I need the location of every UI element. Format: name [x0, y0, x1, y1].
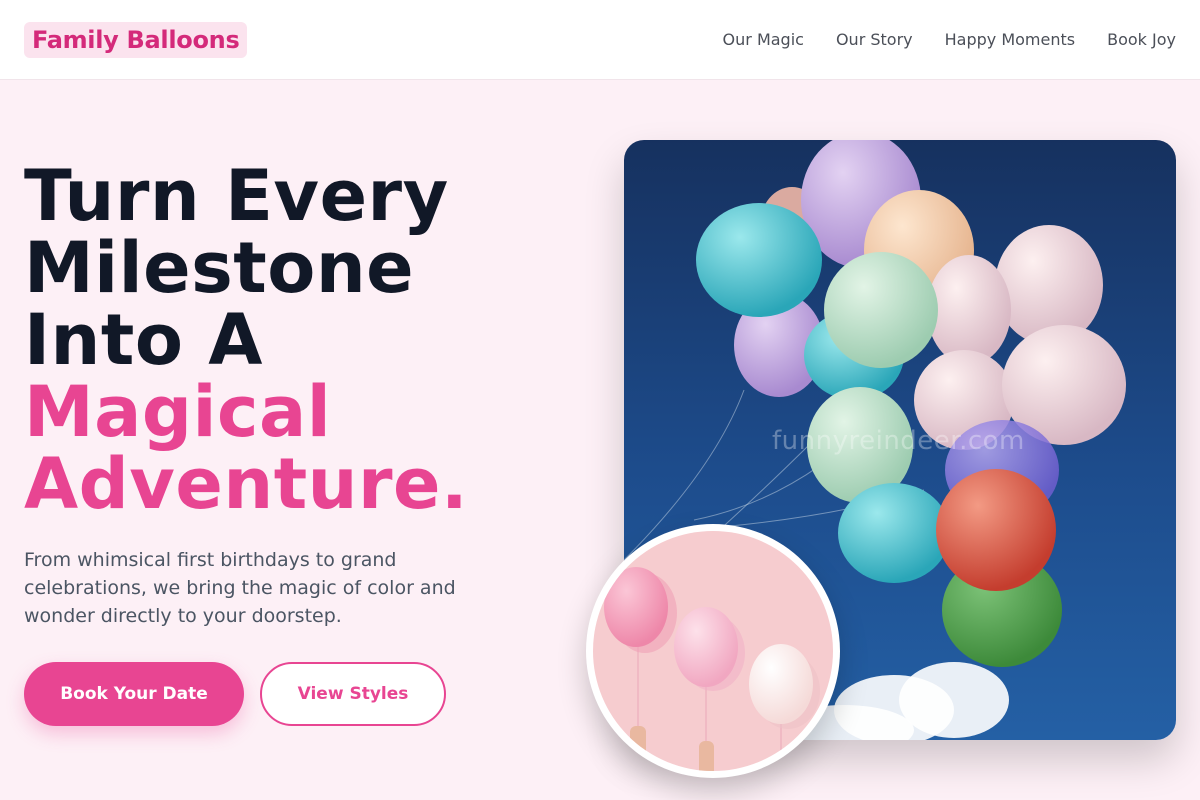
image-watermark: funnyreindeer.com — [772, 426, 1025, 456]
site-header: Family Balloons Our Magic Our Story Happ… — [0, 0, 1200, 80]
hero-headline: Turn Every Milestone Into A Magical Adve… — [24, 160, 544, 520]
view-styles-button[interactable]: View Styles — [260, 662, 446, 726]
hero-buttons: Book Your Date View Styles — [24, 662, 544, 726]
headline-accent-line: Magical — [24, 371, 332, 453]
hero-subtext: From whimsical first birthdays to grand … — [24, 549, 456, 627]
hero-section: Turn Every Milestone Into A Magical Adve… — [24, 160, 544, 726]
nav-link-our-story[interactable]: Our Story — [836, 30, 913, 49]
nav-link-happy-moments[interactable]: Happy Moments — [945, 30, 1075, 49]
pink-balloons-illustration — [604, 567, 820, 771]
nav-link-book-joy[interactable]: Book Joy — [1107, 30, 1176, 49]
main-nav: Our Magic Our Story Happy Moments Book J… — [723, 30, 1176, 49]
nav-link-our-magic[interactable]: Our Magic — [723, 30, 804, 49]
headline-accent-line: Adventure. — [24, 443, 469, 525]
book-your-date-button[interactable]: Book Your Date — [24, 662, 244, 726]
pink-balloons-inset-image — [586, 524, 840, 778]
headline-line: Into A — [24, 299, 263, 381]
pink-balloons-photo — [593, 531, 833, 771]
headline-line: Turn Every — [24, 155, 449, 237]
headline-line: Milestone — [24, 227, 415, 309]
brand-logo[interactable]: Family Balloons — [24, 21, 248, 58]
